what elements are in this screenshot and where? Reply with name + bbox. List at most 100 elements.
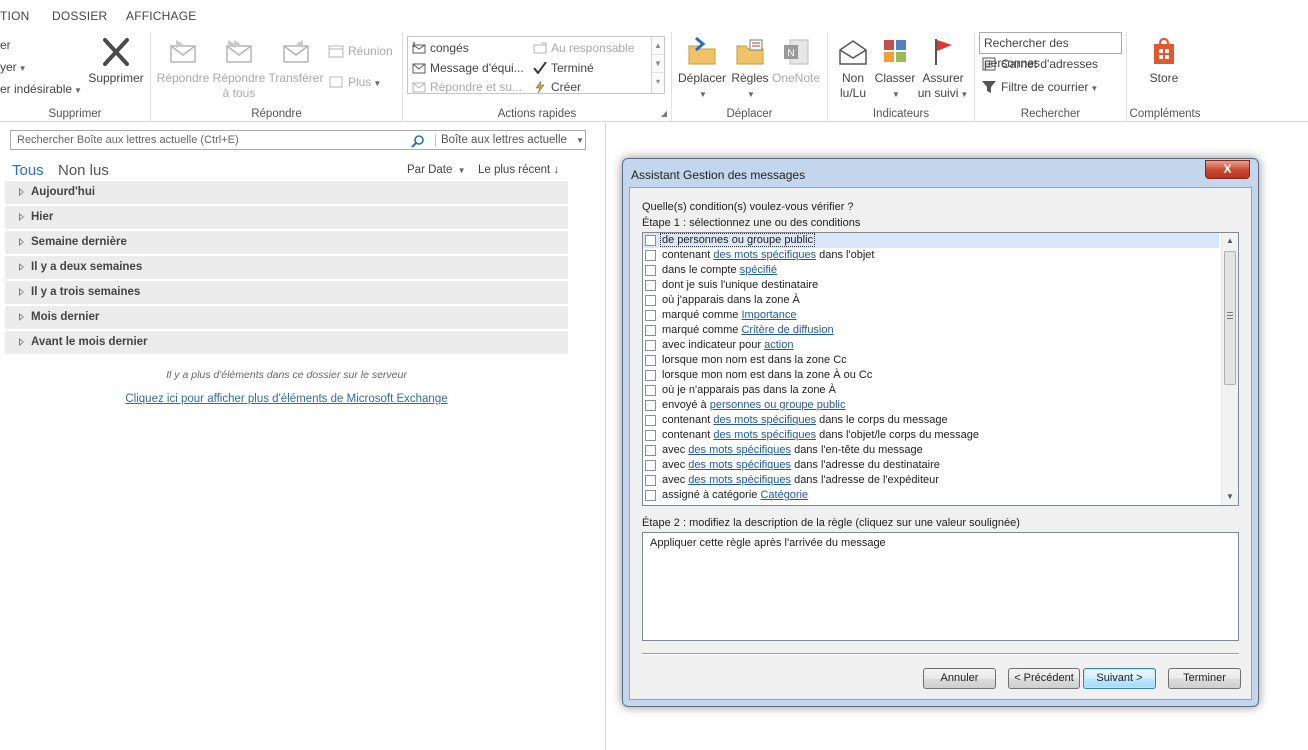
- quick-steps-scroll[interactable]: ▲ ▼ ▾: [651, 37, 664, 93]
- quick-step-done[interactable]: Terminé: [533, 61, 594, 75]
- checkbox[interactable]: [645, 445, 656, 456]
- checkbox[interactable]: [645, 385, 656, 396]
- filter-email-button[interactable]: Filtre de courrier ▼: [981, 80, 1098, 94]
- condition-link[interactable]: des mots spécifiques: [688, 459, 791, 471]
- condition-item[interactable]: dans le compte spécifié: [643, 263, 1219, 278]
- group-header-two-weeks[interactable]: Il y a deux semaines: [5, 256, 568, 279]
- exchange-more-link[interactable]: Cliquez ici pour afficher plus d'élément…: [5, 393, 568, 405]
- close-button[interactable]: X: [1205, 160, 1250, 179]
- sort-by-dropdown[interactable]: Par Date ▼: [407, 164, 466, 176]
- dialog-launcher-icon[interactable]: ◢: [661, 109, 667, 118]
- meeting-button[interactable]: Réunion: [328, 44, 393, 58]
- checkbox[interactable]: [645, 295, 656, 306]
- condition-item[interactable]: dont je suis l'unique destinataire: [643, 278, 1219, 293]
- search-icon[interactable]: [411, 134, 425, 148]
- checkbox[interactable]: [645, 325, 656, 336]
- chevron-down-icon[interactable]: ▼: [576, 136, 584, 145]
- scroll-thumb[interactable]: [1224, 251, 1236, 385]
- checkbox[interactable]: [645, 430, 656, 441]
- condition-item[interactable]: avec des mots spécifiques dans l'adresse…: [643, 473, 1219, 488]
- checkbox[interactable]: [645, 355, 656, 366]
- tab-dossier[interactable]: DOSSIER: [52, 9, 107, 23]
- tab-affichage[interactable]: AFFICHAGE: [126, 9, 196, 23]
- condition-link[interactable]: des mots spécifiques: [713, 429, 816, 441]
- condition-item[interactable]: de personnes ou groupe public: [643, 233, 1219, 248]
- condition-link[interactable]: des mots spécifiques: [713, 249, 816, 261]
- checkbox[interactable]: [645, 265, 656, 276]
- checkbox[interactable]: [645, 490, 656, 501]
- condition-link[interactable]: Importance: [741, 309, 796, 321]
- condition-item[interactable]: avec des mots spécifiques dans l'en-tête…: [643, 443, 1219, 458]
- checkbox[interactable]: [645, 235, 656, 246]
- condition-link[interactable]: spécifié: [740, 264, 777, 276]
- previous-button[interactable]: < Précédent: [1008, 668, 1080, 689]
- condition-item[interactable]: où j'apparais dans la zone À: [643, 293, 1219, 308]
- checkbox[interactable]: [645, 280, 656, 291]
- unread-read-button[interactable]: Non lu/Lu: [832, 36, 874, 101]
- checkbox[interactable]: [645, 400, 656, 411]
- group-header-last-week[interactable]: Semaine dernière: [5, 231, 568, 254]
- reply-all-button[interactable]: Répondre à tous: [211, 36, 267, 101]
- condition-link[interactable]: des mots spécifiques: [688, 474, 791, 486]
- condition-item[interactable]: contenant des mots spécifiques dans l'ob…: [643, 248, 1219, 263]
- quick-step-manager[interactable]: Au responsable: [533, 41, 634, 55]
- rule-description-box[interactable]: Appliquer cette règle après l'arrivée du…: [642, 532, 1239, 641]
- checkbox[interactable]: [645, 370, 656, 381]
- follow-up-button[interactable]: Assurer un suivi ▼: [916, 36, 970, 102]
- quick-step-conges[interactable]: congés: [412, 41, 469, 55]
- group-header-today[interactable]: Aujourd'hui: [5, 181, 568, 204]
- condition-link[interactable]: Critère de diffusion: [741, 324, 833, 336]
- quick-step-reply-delete[interactable]: Répondre et su...: [412, 80, 522, 94]
- filter-all-tab[interactable]: Tous: [12, 162, 44, 179]
- scroll-down-icon[interactable]: ▼: [1222, 489, 1238, 505]
- condition-item[interactable]: où je n'apparais pas dans la zone À: [643, 383, 1219, 398]
- forward-button[interactable]: Transférer: [267, 36, 325, 86]
- next-button[interactable]: Suivant >: [1083, 668, 1156, 689]
- categorize-button[interactable]: Classer ▼: [873, 36, 917, 102]
- filter-unread-tab[interactable]: Non lus: [58, 162, 109, 179]
- quick-step-team-email[interactable]: Message d'équi...: [412, 61, 524, 75]
- group-header-last-month[interactable]: Mois dernier: [5, 306, 568, 329]
- mailbox-search-input[interactable]: Rechercher Boîte aux lettres actuelle (C…: [10, 130, 586, 150]
- move-button[interactable]: Déplacer ▼: [676, 36, 728, 102]
- group-header-older[interactable]: Avant le mois dernier: [5, 331, 568, 354]
- checkbox[interactable]: [645, 340, 656, 351]
- clean-button[interactable]: yer ▼: [0, 60, 27, 74]
- finish-button[interactable]: Terminer: [1168, 668, 1241, 689]
- sort-order-toggle[interactable]: Le plus récent ↓: [478, 164, 559, 176]
- junk-button[interactable]: er indésirable ▼: [0, 82, 82, 96]
- people-search-input[interactable]: Rechercher des personnes: [979, 32, 1122, 70]
- group-header-three-weeks[interactable]: Il y a trois semaines: [5, 281, 568, 304]
- quick-step-create[interactable]: Créer: [533, 80, 581, 94]
- scroll-down-icon[interactable]: ▼: [652, 55, 664, 73]
- condition-link[interactable]: personnes ou groupe public: [710, 399, 846, 411]
- condition-item[interactable]: marqué comme Critère de diffusion: [643, 323, 1219, 338]
- checkbox[interactable]: [645, 310, 656, 321]
- reply-button[interactable]: Répondre: [155, 36, 211, 86]
- conditions-scrollbar[interactable]: ▲ ▼: [1221, 233, 1238, 505]
- rules-button[interactable]: Règles ▼: [728, 36, 772, 102]
- condition-link[interactable]: action: [764, 339, 793, 351]
- condition-item[interactable]: avec des mots spécifiques dans l'adresse…: [643, 458, 1219, 473]
- store-button[interactable]: Store: [1139, 36, 1189, 86]
- checkbox[interactable]: [645, 460, 656, 471]
- condition-item[interactable]: contenant des mots spécifiques dans l'ob…: [643, 428, 1219, 443]
- condition-item[interactable]: lorsque mon nom est dans la zone Cc: [643, 353, 1219, 368]
- delete-button[interactable]: Supprimer: [86, 36, 146, 86]
- checkbox[interactable]: [645, 415, 656, 426]
- group-header-yesterday[interactable]: Hier: [5, 206, 568, 229]
- pane-divider[interactable]: [605, 123, 606, 750]
- condition-item[interactable]: assigné à catégorie Catégorie: [643, 488, 1219, 503]
- scroll-up-icon[interactable]: ▲: [652, 37, 664, 55]
- onenote-button[interactable]: N OneNote: [770, 36, 822, 86]
- ignore-button[interactable]: er: [0, 38, 11, 52]
- condition-item[interactable]: marqué comme Importance: [643, 308, 1219, 323]
- more-button[interactable]: Plus ▼: [328, 75, 381, 89]
- condition-item[interactable]: avec indicateur pour action: [643, 338, 1219, 353]
- scroll-up-icon[interactable]: ▲: [1222, 233, 1238, 249]
- condition-item[interactable]: contenant des mots spécifiques dans le c…: [643, 413, 1219, 428]
- search-scope-dropdown[interactable]: Boîte aux lettres actuelle: [441, 134, 567, 146]
- condition-link[interactable]: des mots spécifiques: [713, 414, 816, 426]
- condition-link[interactable]: des mots spécifiques: [688, 444, 791, 456]
- condition-item[interactable]: lorsque mon nom est dans la zone À ou Cc: [643, 368, 1219, 383]
